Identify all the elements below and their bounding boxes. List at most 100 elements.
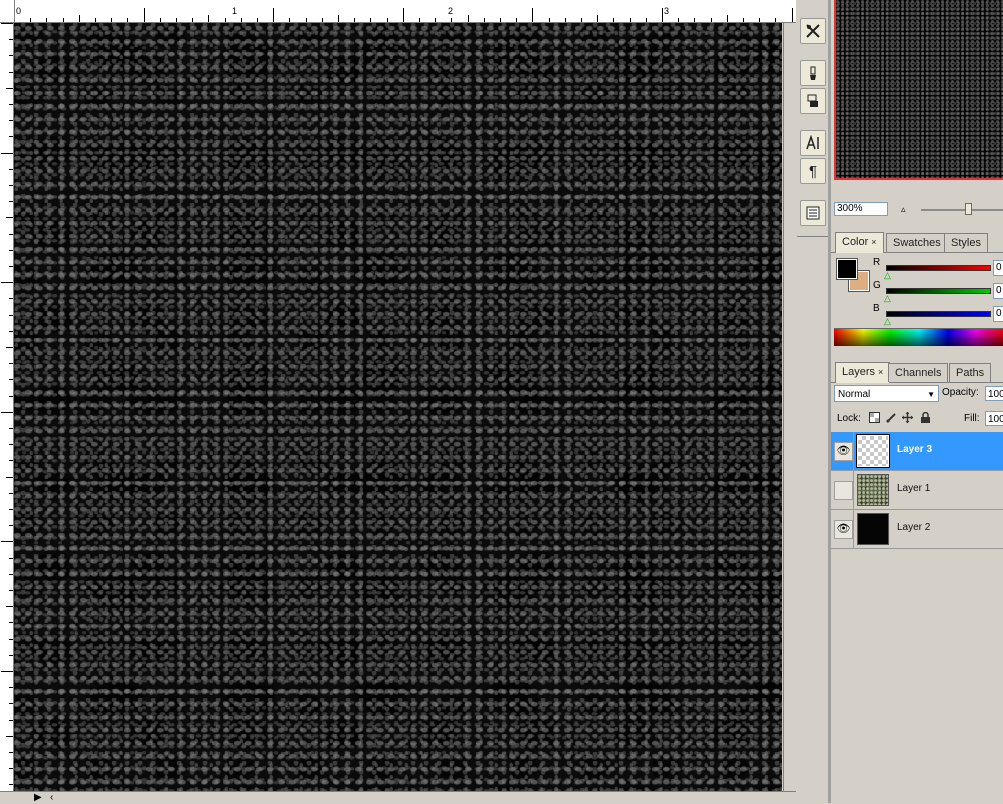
ruler-tick [338,15,339,22]
blend-mode-select[interactable]: Normal ▼ [834,385,939,402]
chevron-down-icon: ▼ [927,390,935,399]
ruler-tick [370,18,372,22]
layer-thumbnail [857,474,889,506]
zoom-slider[interactable] [921,209,1003,211]
ruler-tick [273,8,275,22]
character-icon[interactable] [800,130,826,156]
ruler-tick [6,735,13,737]
zoom-slider-thumb[interactable] [965,203,972,215]
ruler-tick [6,347,13,348]
tab-color-label: Color [842,236,869,248]
layer-comps-icon[interactable] [800,200,826,226]
ruler-tick [9,314,13,316]
ruler-tick [386,18,388,22]
vertical-ruler[interactable] [0,22,14,792]
blue-channel-label: B [873,303,880,314]
document-canvas[interactable] [14,23,782,791]
layer-row-layer-2[interactable]: 👁 Layer 2 [831,510,1003,549]
ruler-tick [9,719,13,721]
lock-position-icon[interactable] [902,412,913,423]
red-value-input[interactable]: 0 [993,260,1003,276]
color-panel-tabs: Color × Swatches Styles [831,231,1003,253]
ruler-tick [289,18,291,22]
layer-name[interactable]: Layer 2 [897,522,930,533]
ruler-tick [9,104,13,105]
tab-channels[interactable]: Channels [888,363,949,382]
foreground-color-swatch[interactable] [836,258,858,280]
ruler-tick [759,18,761,22]
tab-styles[interactable]: Styles [944,233,988,252]
color-spectrum-ramp[interactable] [834,328,1003,346]
ruler-tick [46,18,48,22]
fill-input[interactable]: 100 [985,411,1003,426]
ruler-tick [9,185,13,186]
clone-source-icon[interactable] [800,88,826,114]
scroll-right-arrow-icon[interactable]: ▶ [34,792,42,804]
ruler-origin[interactable] [0,0,15,23]
layer-name[interactable]: Layer 1 [897,483,930,494]
layer-thumbnail [856,434,890,468]
blue-slider[interactable] [886,311,991,317]
ruler-tick [127,18,129,22]
visibility-toggle-empty[interactable] [834,481,853,500]
ruler-tick [224,18,226,22]
ruler-tick [613,18,615,22]
tab-paths[interactable]: Paths [949,363,992,382]
ruler-tick [564,18,566,22]
blue-slider-handle-icon[interactable]: △ [884,316,891,327]
ruler-tick [483,18,485,22]
scroll-left-arrow-icon[interactable]: ‹ [50,792,53,804]
navigator-thumbnail[interactable] [834,0,1003,180]
ruler-tick [6,606,13,608]
ruler-tick [9,201,13,203]
vertical-scrollbar[interactable] [783,23,797,791]
ruler-tick [9,509,13,510]
ruler-tick [9,298,13,300]
blend-mode-value: Normal [838,389,871,400]
ruler-tick [9,622,13,624]
ruler-tick [9,428,13,429]
lock-all-icon[interactable] [920,411,931,423]
tool-presets-icon[interactable] [800,18,826,44]
layer-name[interactable]: Layer 3 [897,444,932,455]
lock-label: Lock: [837,413,861,424]
close-icon[interactable]: × [878,367,883,377]
ruler-tick [208,15,210,22]
ruler-tick [9,266,13,267]
paragraph-icon[interactable]: ¶ [800,158,826,184]
tab-layers-label: Layers [842,366,876,378]
ruler-tick [9,330,13,332]
tab-color[interactable]: Color × [835,232,884,253]
blue-slider-row: B △ 0 [873,303,1003,326]
lock-image-pixels-icon[interactable] [886,412,897,423]
green-slider[interactable] [886,288,991,294]
brushes-icon[interactable] [800,60,826,86]
lock-transparent-pixels-icon[interactable] [869,412,880,423]
ruler-tick [1,671,13,672]
ruler-tick [9,525,13,527]
opacity-input[interactable]: 100 [985,386,1003,401]
ruler-tick [451,18,453,22]
horizontal-scrollbar[interactable]: ▶ ‹ [0,791,796,804]
tab-layers[interactable]: Layers × [835,362,891,383]
layers-panel-tabs: Layers × Channels Paths [831,361,1003,383]
red-slider[interactable] [886,265,991,271]
ruler-tick [159,18,161,22]
ruler-tick [176,18,177,22]
ruler-tick [532,8,534,22]
layer-row-layer-1[interactable]: Layer 1 [831,471,1003,510]
layer-row-layer-3[interactable]: 👁 Layer 3 [831,432,1003,471]
green-value-input[interactable]: 0 [993,283,1003,299]
ruler-tick [516,18,518,22]
zoom-out-icon[interactable]: ▵ [901,204,906,215]
tab-swatches[interactable]: Swatches [886,233,948,252]
eye-icon[interactable]: 👁 [834,442,853,461]
ruler-tick [1,152,13,154]
blue-value-input[interactable]: 0 [993,306,1003,322]
horizontal-ruler[interactable]: 0 1 2 3 [0,0,796,23]
close-icon[interactable]: × [871,237,876,247]
ruler-tick [597,15,599,22]
zoom-input[interactable]: 300% [834,202,888,216]
eye-icon[interactable]: 👁 [834,520,853,539]
ruler-tick [6,87,13,89]
